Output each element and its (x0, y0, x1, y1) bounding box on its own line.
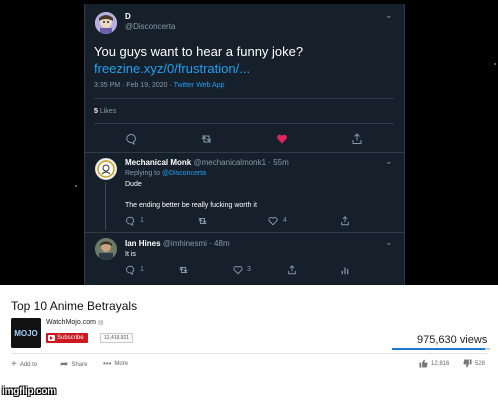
chevron-down-icon[interactable]: ⌄ (385, 156, 393, 167)
likes-label: Likes (99, 108, 117, 115)
likes-count: 5 (94, 108, 98, 115)
divider (85, 232, 404, 233)
watchmojo-logo: MOJO (11, 318, 41, 348)
reply-author[interactable]: Ian Hines @imhinesmi · 48m (125, 239, 230, 248)
divider (94, 98, 394, 99)
thumbs-up-icon (419, 359, 428, 368)
share-icon[interactable] (340, 216, 350, 226)
divider (11, 353, 487, 354)
share-icon[interactable] (351, 133, 363, 145)
channel-name[interactable]: WatchMojo.com ▤ (46, 319, 104, 326)
tweet-author-name[interactable]: D (125, 12, 131, 21)
tweet-author-handle[interactable]: @Disconcerta (125, 22, 175, 31)
thread-line (105, 182, 106, 230)
reply-author-name: Ian Hines (125, 239, 161, 248)
imgflip-watermark: imgflip.com (2, 386, 56, 397)
retweet-icon[interactable] (200, 133, 213, 145)
like-count: 3 (247, 266, 251, 273)
reply-avatar[interactable] (95, 158, 117, 180)
chevron-down-icon[interactable]: ⌄ (385, 10, 393, 21)
like-button[interactable]: 12,816 (419, 359, 449, 368)
reply-count: 1 (140, 266, 144, 273)
channel-name-text: WatchMojo.com (46, 319, 96, 326)
reply-count: 1 (140, 217, 144, 224)
stray-pixel (494, 63, 496, 65)
heart-icon[interactable] (268, 216, 278, 226)
reply-text: Dude (125, 181, 142, 188)
replying-prefix: Replying to (125, 170, 162, 177)
tweet-time: 3:35 PM · Feb 19, 2020 · (94, 82, 174, 89)
reply-author-handle: @mechanicalmonk1 · 55m (193, 158, 289, 167)
channel-logo[interactable]: MOJO (11, 318, 41, 348)
replying-to: Replying to @Disconcerta (125, 170, 206, 177)
reply-icon[interactable] (125, 133, 137, 145)
more-label: More (114, 360, 129, 367)
like-count: 4 (283, 217, 287, 224)
view-count: 975,630 views (417, 334, 488, 346)
reply-icon[interactable] (125, 265, 135, 275)
tweet-link[interactable]: freezine.xyz/0/frustration/... (94, 61, 250, 76)
more-dots-icon: ••• (103, 359, 112, 368)
divider (94, 123, 394, 124)
likes-summary[interactable]: 5 Likes (94, 108, 116, 115)
like-count: 12,816 (431, 360, 450, 367)
logo-text: MOJO (14, 329, 38, 338)
reply-avatar[interactable] (95, 238, 117, 260)
verified-icon: ▤ (97, 320, 104, 326)
tweet-body: You guys want to hear a funny joke? (94, 44, 304, 59)
stray-pixel (75, 185, 77, 187)
share-icon[interactable] (287, 265, 297, 275)
user-avatar[interactable] (95, 12, 117, 34)
analytics-icon[interactable] (340, 265, 350, 275)
share-arrow-icon: ➦ (60, 359, 69, 370)
thumbs-down-icon (463, 359, 472, 368)
reply-author-handle: @imhinesmi · 48m (162, 239, 230, 248)
plus-icon: + (11, 359, 17, 370)
like-ratio-fill (392, 348, 486, 350)
more-button[interactable]: ••• More (103, 359, 128, 368)
like-ratio-bar (392, 348, 490, 350)
reply-author[interactable]: Mechanical Monk @mechanicalmonk1 · 55m (125, 158, 289, 167)
tweet-source[interactable]: Twitter Web App (174, 82, 225, 89)
add-to-button[interactable]: + Add to (11, 359, 37, 370)
heart-icon[interactable] (233, 265, 243, 275)
tweet-text: You guys want to hear a funny joke? free… (94, 43, 394, 77)
replying-to-link[interactable]: @Disconcerta (162, 170, 206, 177)
divider (85, 152, 404, 153)
youtube-video-info: Top 10 Anime Betrayals MOJO WatchMojo.co… (2, 285, 496, 381)
subscriber-count: 12,419,921 (100, 333, 134, 343)
reply-text: The ending better be really fucking wort… (125, 202, 257, 209)
reply-icon[interactable] (125, 216, 135, 226)
reply-author-name: Mechanical Monk (125, 158, 192, 167)
video-title: Top 10 Anime Betrayals (11, 299, 138, 313)
chevron-down-icon[interactable]: ⌄ (385, 237, 393, 248)
avatar-image (95, 12, 117, 34)
reply-text: It is (125, 251, 136, 258)
avatar-image (95, 238, 117, 260)
dislike-count: 528 (475, 360, 486, 367)
avatar-image (97, 160, 115, 178)
share-button[interactable]: ➦ Share (60, 359, 87, 370)
retweet-icon[interactable] (178, 265, 189, 275)
share-label: Share (71, 361, 88, 368)
heart-icon[interactable] (276, 133, 288, 145)
tweet-timestamp: 3:35 PM · Feb 19, 2020 · Twitter Web App (94, 82, 224, 89)
youtube-play-icon (48, 335, 55, 341)
dislike-button[interactable]: 528 (463, 359, 485, 368)
subscribe-label: Subscribe (57, 335, 84, 341)
subscribe-button[interactable]: Subscribe (46, 333, 88, 343)
retweet-icon[interactable] (197, 216, 208, 226)
add-to-label: Add to (19, 361, 38, 368)
